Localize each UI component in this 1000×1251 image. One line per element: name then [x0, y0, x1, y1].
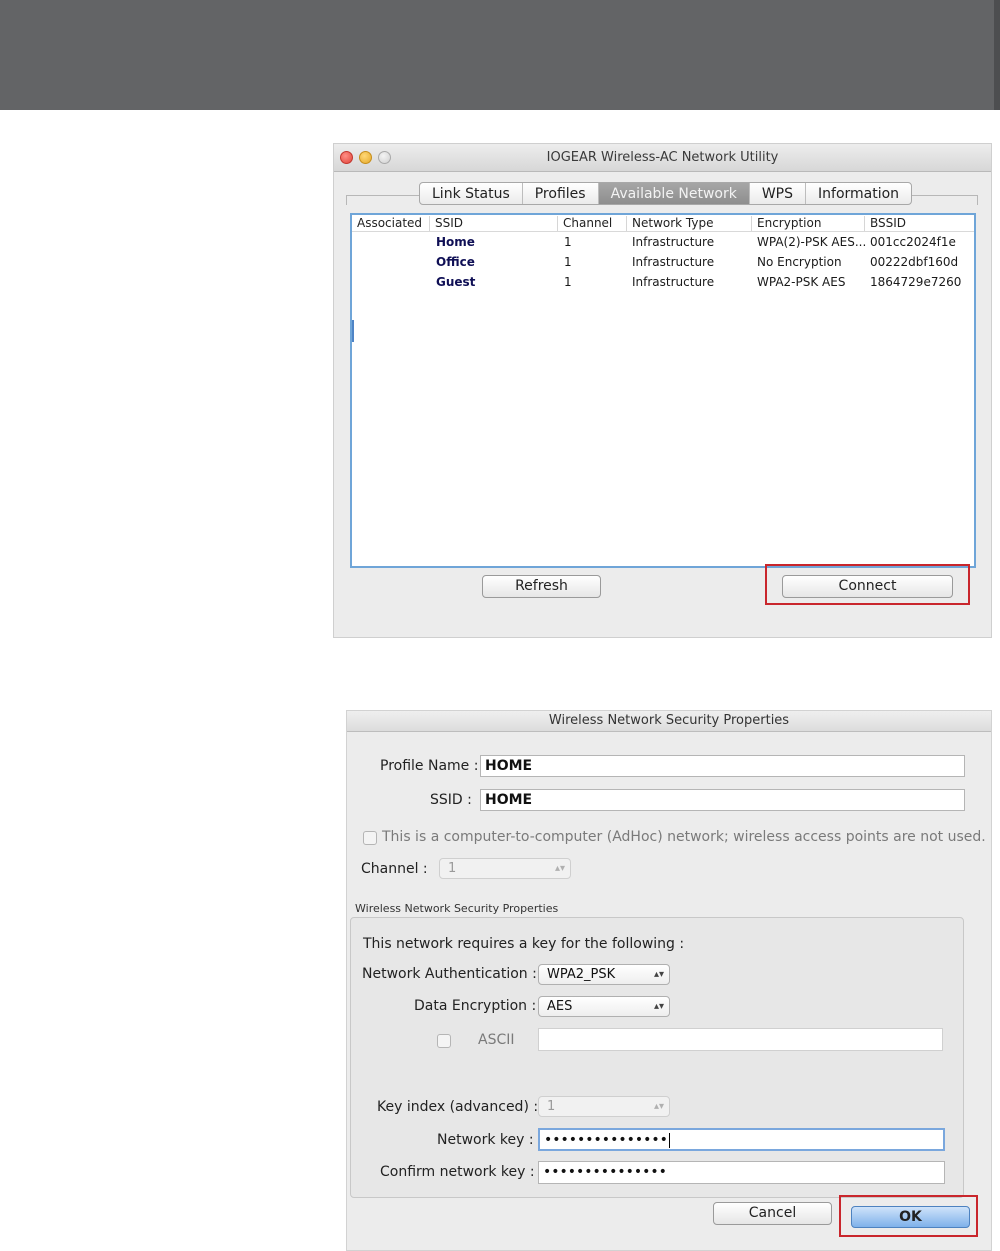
- network-key-value: •••••••••••••••: [544, 1132, 668, 1148]
- column-network-type[interactable]: Network Type: [626, 216, 713, 231]
- ssid-field[interactable]: HOME: [480, 789, 965, 811]
- network-authentication-label: Network Authentication :: [362, 966, 537, 982]
- column-bssid[interactable]: BSSID: [864, 216, 906, 231]
- cell-bssid: 1864729e7260: [870, 275, 962, 289]
- cell-bssid: 001cc2024f1e: [870, 235, 956, 249]
- cell-encryption: WPA2-PSK AES: [757, 275, 846, 289]
- cell-network-type: Infrastructure: [632, 275, 715, 289]
- key-index-value: 1: [547, 1099, 556, 1114]
- security-group-box: This network requires a key for the foll…: [350, 917, 964, 1198]
- updown-arrows-icon: ▴▾: [653, 969, 664, 980]
- window-titlebar: Wireless Network Security Properties: [347, 711, 991, 732]
- data-encryption-select[interactable]: AES ▴▾: [538, 996, 670, 1017]
- requires-key-label: This network requires a key for the foll…: [363, 936, 685, 952]
- updown-arrows-icon: ▴▾: [653, 1001, 664, 1012]
- column-ssid[interactable]: SSID: [429, 216, 463, 231]
- ok-highlight-box: [839, 1195, 978, 1237]
- cell-ssid: Office: [436, 255, 475, 269]
- channel-select[interactable]: 1 ▴▾: [439, 858, 571, 879]
- text-cursor: [668, 1132, 670, 1148]
- network-key-label: Network key :: [437, 1132, 534, 1148]
- network-authentication-select[interactable]: WPA2_PSK ▴▾: [538, 964, 670, 985]
- profile-name-label: Profile Name :: [380, 758, 479, 774]
- adhoc-label: This is a computer-to-computer (AdHoc) n…: [382, 829, 986, 845]
- cell-channel: 1: [564, 275, 572, 289]
- ascii-label: ASCII: [478, 1032, 515, 1048]
- cell-encryption: WPA(2)-PSK AES...: [757, 235, 867, 249]
- ascii-checkbox[interactable]: [437, 1034, 451, 1048]
- tab-wps[interactable]: WPS: [750, 183, 807, 204]
- tab-available-network[interactable]: Available Network: [598, 183, 750, 204]
- confirm-network-key-label: Confirm network key :: [380, 1164, 535, 1180]
- available-networks-table[interactable]: Associated SSID Channel Network Type Enc…: [350, 213, 976, 568]
- network-utility-window: IOGEAR Wireless-AC Network Utility Link …: [333, 143, 992, 638]
- cell-ssid: Home: [436, 235, 475, 249]
- channel-value: 1: [448, 861, 457, 876]
- column-channel[interactable]: Channel: [557, 216, 612, 231]
- tab-bar: Link Status Profiles Available Network W…: [419, 182, 913, 205]
- tab-link-status[interactable]: Link Status: [420, 183, 523, 204]
- security-properties-window: Wireless Network Security Properties Pro…: [346, 710, 992, 1251]
- window-titlebar: IOGEAR Wireless-AC Network Utility: [334, 144, 991, 172]
- cancel-button[interactable]: Cancel: [713, 1202, 832, 1225]
- cell-bssid: 00222dbf160d: [870, 255, 959, 269]
- cell-channel: 1: [564, 255, 572, 269]
- table-row[interactable]: Guest 1 Infrastructure WPA2-PSK AES 1864…: [352, 272, 974, 292]
- table-row[interactable]: Office 1 Infrastructure No Encryption 00…: [352, 252, 974, 272]
- window-title: Wireless Network Security Properties: [548, 713, 790, 728]
- confirm-network-key-value: •••••••••••••••: [543, 1164, 667, 1180]
- profile-name-field[interactable]: HOME: [480, 755, 965, 777]
- cell-ssid: Guest: [436, 275, 476, 289]
- tab-profiles[interactable]: Profiles: [523, 183, 599, 204]
- adhoc-checkbox[interactable]: [363, 831, 377, 845]
- header-edge: [994, 0, 1000, 110]
- key-index-select[interactable]: 1 ▴▾: [538, 1096, 670, 1117]
- ascii-key-field[interactable]: [538, 1028, 943, 1051]
- channel-label: Channel :: [361, 861, 428, 877]
- connect-highlight-box: [765, 564, 970, 605]
- tab-information[interactable]: Information: [806, 183, 911, 204]
- cell-encryption: No Encryption: [757, 255, 842, 269]
- confirm-network-key-field[interactable]: •••••••••••••••: [538, 1161, 945, 1184]
- cell-network-type: Infrastructure: [632, 255, 715, 269]
- updown-arrows-icon: ▴▾: [653, 1101, 664, 1112]
- security-group-title: Wireless Network Security Properties: [355, 902, 559, 915]
- updown-arrows-icon: ▴▾: [554, 863, 565, 874]
- data-encryption-label: Data Encryption :: [414, 998, 537, 1014]
- column-associated[interactable]: Associated: [352, 216, 422, 231]
- cell-channel: 1: [564, 235, 572, 249]
- network-authentication-value: WPA2_PSK: [547, 967, 616, 982]
- data-encryption-value: AES: [547, 999, 573, 1014]
- key-index-label: Key index (advanced) :: [377, 1099, 539, 1115]
- ssid-label: SSID :: [430, 792, 472, 808]
- column-encryption[interactable]: Encryption: [751, 216, 821, 231]
- page-header-band: [0, 0, 1000, 110]
- table-left-marker: [352, 320, 354, 342]
- table-header: Associated SSID Channel Network Type Enc…: [352, 215, 974, 232]
- window-title: IOGEAR Wireless-AC Network Utility: [546, 150, 779, 165]
- cell-network-type: Infrastructure: [632, 235, 715, 249]
- table-row[interactable]: Home 1 Infrastructure WPA(2)-PSK AES... …: [352, 232, 974, 252]
- network-key-field[interactable]: •••••••••••••••: [538, 1128, 945, 1151]
- refresh-button[interactable]: Refresh: [482, 575, 601, 598]
